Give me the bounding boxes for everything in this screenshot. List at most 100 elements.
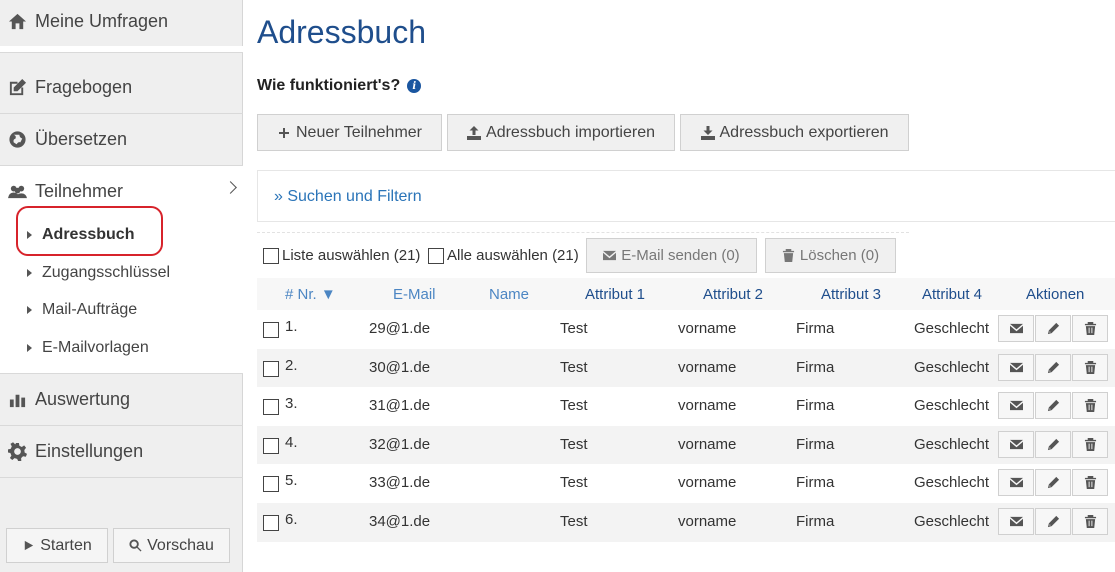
row-edit-button[interactable] — [1035, 392, 1071, 420]
cell-nr: 2. — [285, 356, 298, 374]
column-header-email[interactable]: E-Mail — [393, 286, 436, 303]
row-delete-button[interactable] — [1072, 469, 1108, 497]
row-email-button[interactable] — [998, 430, 1034, 458]
cell-attribute-3: Firma — [796, 435, 835, 453]
users-icon — [5, 180, 29, 202]
column-header-attribute-1[interactable]: Attribut 1 — [585, 286, 645, 303]
column-header-actions: Aktionen — [1026, 286, 1085, 303]
row-edit-button[interactable] — [1035, 315, 1071, 342]
nav-settings-label: Einstellungen — [35, 440, 144, 461]
globe-icon — [5, 128, 29, 150]
home-icon — [5, 10, 29, 32]
envelope-icon — [1009, 401, 1023, 411]
row-email-button[interactable] — [998, 353, 1034, 381]
nav-evaluation[interactable]: Auswertung — [0, 374, 243, 424]
nav-translate[interactable]: Übersetzen — [0, 114, 243, 164]
row-email-button[interactable] — [998, 507, 1034, 535]
nav-questionnaire[interactable]: Fragebogen — [0, 62, 243, 112]
howto-heading: Wie funktioniert's? i — [257, 77, 422, 95]
sidebar-item-email-templates[interactable]: E-Mailvorlagen — [27, 333, 149, 363]
sidebar-item-label: E-Mailvorlagen — [42, 339, 149, 356]
row-checkbox[interactable] — [263, 476, 279, 493]
row-delete-button[interactable] — [1072, 353, 1108, 381]
import-addressbook-button[interactable]: Adressbuch importieren — [447, 114, 675, 151]
table-body: 1. 29@1.de Test vorname Firma Geschlecht… — [257, 310, 1115, 542]
cell-attribute-2: vorname — [678, 320, 737, 337]
delete-button[interactable]: Löschen (0) — [765, 238, 896, 273]
column-header-attribute-4[interactable]: Attribut 4 — [922, 286, 982, 303]
download-icon — [700, 125, 715, 140]
start-button[interactable]: Starten — [6, 528, 108, 563]
row-delete-button[interactable] — [1072, 430, 1108, 458]
select-all-checkbox[interactable]: Alle auswählen (21) — [428, 247, 579, 264]
row-edit-button[interactable] — [1035, 507, 1071, 535]
caret-right-icon — [27, 306, 32, 314]
send-email-button[interactable]: E-Mail senden (0) — [586, 238, 757, 273]
row-edit-button[interactable] — [1035, 430, 1071, 458]
plus-icon — [279, 127, 289, 138]
start-button-label: Starten — [40, 536, 92, 554]
row-delete-button[interactable] — [1072, 507, 1108, 535]
preview-button[interactable]: Vorschau — [113, 528, 230, 563]
row-email-button[interactable] — [998, 315, 1034, 342]
app-window: Meine Umfragen Fragebogen Übersetzen Tei… — [0, 0, 1115, 572]
row-delete-button[interactable] — [1072, 315, 1108, 342]
nav-evaluation-label: Auswertung — [35, 388, 131, 409]
cell-attribute-3: Firma — [796, 512, 835, 530]
row-checkbox[interactable] — [263, 437, 279, 454]
divider — [257, 232, 909, 233]
row-checkbox[interactable] — [263, 360, 279, 377]
cell-attribute-1: Test — [560, 397, 588, 415]
table-row: 6. 34@1.de Test vorname Firma Geschlecht — [257, 502, 1115, 542]
column-header-name[interactable]: Name — [489, 286, 529, 303]
sidebar-item-label: Zugangsschlüssel — [42, 264, 171, 281]
envelope-icon — [1009, 323, 1023, 334]
cell-attribute-4: Geschlecht — [914, 358, 990, 376]
row-delete-button[interactable] — [1072, 392, 1108, 420]
select-list-checkbox[interactable]: Liste auswählen (21) — [263, 247, 420, 264]
row-email-button[interactable] — [998, 392, 1034, 420]
cell-email: 34@1.de — [369, 512, 431, 530]
column-header-attribute-2[interactable]: Attribut 2 — [703, 286, 763, 303]
cell-attribute-1: Test — [560, 474, 588, 492]
search-filter-link[interactable]: » Suchen und Filtern — [274, 188, 422, 206]
row-checkbox[interactable] — [263, 514, 279, 531]
pencil-icon — [1047, 438, 1059, 450]
cell-attribute-2: vorname — [678, 435, 737, 453]
trash-icon — [1084, 399, 1096, 413]
nav-my-surveys[interactable]: Meine Umfragen — [0, 0, 243, 46]
export-addressbook-button[interactable]: Adressbuch exportieren — [680, 114, 909, 151]
cell-nr: 3. — [285, 395, 298, 413]
cell-nr: 6. — [285, 510, 298, 528]
checkbox[interactable] — [263, 247, 279, 264]
sidebar-item-access-keys[interactable]: Zugangsschlüssel — [27, 258, 170, 288]
nav-settings[interactable]: Einstellungen — [0, 426, 243, 476]
info-icon[interactable]: i — [407, 79, 422, 93]
new-participant-label: Neuer Teilnehmer — [296, 123, 422, 141]
column-header-nr[interactable]: # Nr. ▼ — [285, 286, 336, 303]
cell-nr: 4. — [285, 433, 298, 451]
envelope-icon — [1009, 478, 1023, 488]
column-header-attribute-3[interactable]: Attribut 3 — [821, 286, 881, 303]
main-content: Adressbuch Wie funktioniert's? i Neuer T… — [257, 0, 1115, 572]
row-checkbox[interactable] — [263, 399, 279, 416]
row-edit-button[interactable] — [1035, 353, 1071, 381]
cell-nr: 5. — [285, 472, 298, 490]
cell-attribute-4: Geschlecht — [914, 512, 990, 530]
cell-attribute-1: Test — [560, 512, 588, 530]
row-edit-button[interactable] — [1035, 469, 1071, 497]
delete-label: Löschen (0) — [799, 247, 880, 264]
row-email-button[interactable] — [998, 469, 1034, 497]
table-row: 5. 33@1.de Test vorname Firma Geschlecht — [257, 464, 1115, 503]
cell-email: 30@1.de — [369, 358, 431, 376]
cell-nr: 1. — [285, 318, 298, 335]
pencil-icon — [1047, 400, 1059, 412]
row-checkbox[interactable] — [263, 322, 279, 338]
pencil-icon — [1047, 477, 1059, 489]
cell-attribute-1: Test — [560, 358, 588, 376]
new-participant-button[interactable]: Neuer Teilnehmer — [257, 114, 442, 151]
sidebar-item-mail-jobs[interactable]: Mail-Aufträge — [27, 295, 137, 325]
cell-attribute-3: Firma — [796, 358, 835, 376]
envelope-icon — [1009, 362, 1023, 372]
checkbox[interactable] — [428, 247, 444, 264]
